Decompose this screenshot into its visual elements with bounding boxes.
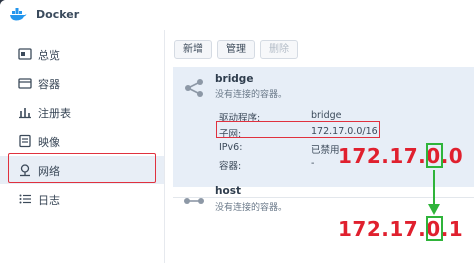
host-network-icon: [184, 198, 204, 204]
containers-label: 容器:: [219, 161, 242, 172]
ipv6-label: IPv6:: [219, 142, 243, 153]
sidebar-item-registry[interactable]: 注册表: [0, 98, 164, 126]
log-icon: [19, 194, 31, 204]
title-bar: Docker: [0, 0, 474, 30]
ip-after-annotation: 172.17.0.1: [338, 217, 464, 241]
network-subtitle: 没有连接的容器。: [215, 90, 288, 100]
sidebar-item-label: 日志: [38, 194, 60, 207]
overview-icon: [18, 48, 32, 60]
sidebar-item-label: 总览: [38, 49, 60, 62]
sidebar-item-log[interactable]: 日志: [0, 185, 164, 213]
add-button[interactable]: 新增: [174, 40, 212, 59]
driver-value: bridge: [311, 110, 342, 121]
ip-after-digit-box: [426, 216, 443, 241]
registry-icon: [19, 108, 31, 119]
sidebar-item-image[interactable]: 映像: [0, 127, 164, 155]
ip-before-digit-box: [426, 143, 443, 168]
docker-window: Docker 总览 容器 注册表 映像 网络 日志 新增 管理 删除 bridg…: [0, 0, 474, 263]
network-name: host: [215, 185, 241, 197]
docker-whale-icon: [10, 8, 27, 21]
containers-value: -: [311, 158, 315, 169]
sidebar-item-label: 映像: [38, 136, 60, 149]
network-highlight-box: [8, 153, 156, 183]
network-subtitle: 没有连接的容器。: [215, 203, 288, 213]
sidebar: 总览 容器 注册表 映像 网络 日志: [0, 30, 164, 263]
network-name: bridge: [215, 73, 254, 85]
sidebar-item-overview[interactable]: 总览: [0, 40, 164, 68]
share-network-icon: [185, 79, 203, 97]
subnet-highlight-box: [216, 121, 380, 138]
sidebar-item-container[interactable]: 容器: [0, 69, 164, 97]
ipv6-value: 已禁用: [311, 145, 340, 156]
image-icon: [19, 134, 31, 148]
sidebar-item-label: 注册表: [38, 107, 71, 120]
delete-button[interactable]: 删除: [260, 40, 298, 59]
ip-before-annotation: 172.17.0.0: [338, 144, 464, 168]
manage-button[interactable]: 管理: [217, 40, 255, 59]
window-title: Docker: [36, 8, 80, 21]
container-icon: [18, 78, 32, 89]
sidebar-item-label: 容器: [38, 78, 60, 91]
arrow-down-icon: [428, 170, 440, 215]
